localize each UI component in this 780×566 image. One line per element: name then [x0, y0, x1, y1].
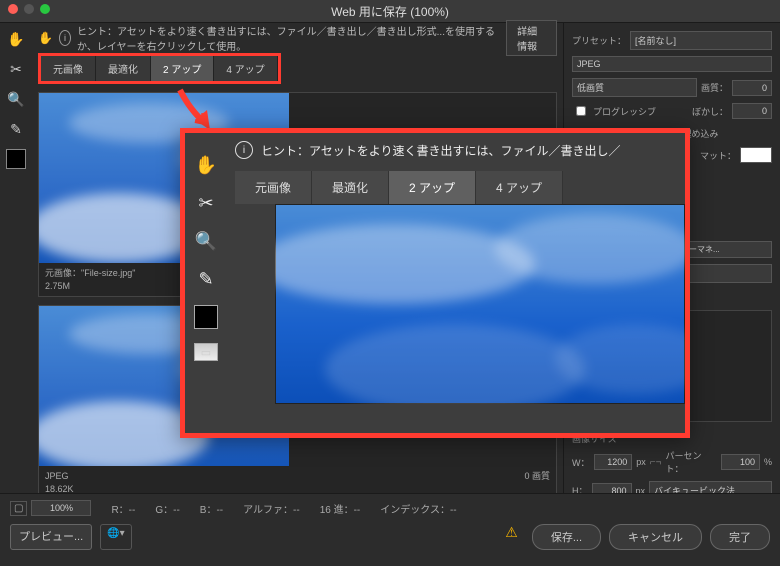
callout-tab-original[interactable]: 元画像	[235, 171, 312, 204]
tab-2up[interactable]: 2 アップ	[151, 56, 214, 81]
callout-eyedropper-tool-icon[interactable]: ✎	[194, 267, 218, 291]
detail-info-button[interactable]: 詳細情報	[506, 20, 557, 56]
tab-optimized[interactable]: 最適化	[96, 56, 151, 81]
footer-bar: ▢ 100% R：-- G：-- B：-- アルファ：-- 16 進：-- イン…	[0, 493, 780, 566]
callout-preview-image[interactable]	[275, 204, 685, 404]
percent-input[interactable]: 100	[721, 454, 760, 470]
save-button[interactable]: 保存...	[532, 524, 601, 550]
zoom-callout: ✋ ✂︎ 🔍 ✎ ▭ i ヒント：アセットをより速く書き出すには、ファイル／書き…	[180, 128, 690, 438]
progressive-label: プログレッシブ	[593, 105, 656, 118]
info-icon: i	[59, 30, 71, 46]
done-button[interactable]: 完了	[710, 524, 770, 550]
callout-tab-4up[interactable]: 4 アップ	[476, 171, 563, 204]
color-swatch[interactable]	[6, 149, 26, 169]
zoom-tool-icon[interactable]: 🔍	[6, 89, 26, 109]
callout-zoom-tool-icon[interactable]: 🔍	[194, 229, 218, 253]
cancel-button[interactable]: キャンセル	[609, 524, 702, 550]
view-tabs: 元画像 最適化 2 アップ 4 アップ	[38, 53, 281, 84]
pane2-format: JPEG	[45, 471, 69, 481]
callout-info-icon: i	[235, 141, 253, 159]
readout-hex: 16 進：--	[320, 501, 361, 516]
slice-tool-icon[interactable]: ✂︎	[6, 59, 26, 79]
tab-4up[interactable]: 4 アップ	[214, 56, 277, 81]
hint-text: ヒント：アセットをより速く書き出すには、ファイル／書き出し／書き出し形式...を…	[77, 23, 500, 53]
warning-icon: ⚠	[505, 524, 518, 550]
callout-tab-2up[interactable]: 2 アップ	[389, 171, 476, 204]
zoom-select[interactable]: 100%	[31, 500, 91, 516]
readout-index: インデックス：--	[380, 501, 456, 516]
matte-swatch[interactable]	[740, 147, 772, 163]
quality-input[interactable]: 0	[732, 80, 772, 96]
preset-label: プリセット：	[572, 34, 626, 47]
callout-hand-tool-icon[interactable]: ✋	[194, 153, 218, 177]
preview-button[interactable]: プレビュー...	[10, 524, 92, 550]
blur-input[interactable]: 0	[732, 103, 772, 119]
preset-select[interactable]: [名前なし]	[630, 31, 772, 50]
close-window-icon[interactable]	[8, 4, 18, 14]
callout-tab-optimized[interactable]: 最適化	[312, 171, 389, 204]
zoom-window-icon[interactable]	[40, 4, 50, 14]
pane1-label: 元画像："File-size.jpg"	[45, 268, 135, 278]
tab-original[interactable]: 元画像	[41, 56, 96, 81]
readout-b: B：--	[200, 501, 223, 516]
quality-label: 画質：	[701, 81, 728, 94]
eyedropper-tool-icon[interactable]: ✎	[6, 119, 26, 139]
browser-preview-button[interactable]: 🌐▾	[100, 524, 131, 550]
width-input[interactable]: 1200	[594, 454, 633, 470]
window-titlebar: Web 用に保存 (100%)	[0, 0, 780, 23]
readout-g: G：--	[155, 501, 179, 516]
hand-hint-icon: ✋	[38, 28, 53, 48]
blur-label: ぼかし：	[692, 105, 728, 118]
quality-level-select[interactable]: 低画質	[572, 78, 697, 97]
percent-label: パーセント：	[665, 449, 717, 475]
callout-view-tabs: 元画像 最適化 2 アップ 4 アップ	[235, 171, 677, 204]
width-label: W：	[572, 456, 590, 469]
callout-color-swatch[interactable]	[194, 305, 218, 329]
zoom-out-button[interactable]: ▢	[10, 501, 27, 516]
readout-r: R：--	[111, 501, 135, 516]
window-title: Web 用に保存 (100%)	[331, 3, 449, 20]
pane2-quality: 0 画質	[524, 470, 550, 483]
readout-alpha: アルファ：--	[243, 501, 300, 516]
minimize-window-icon	[24, 4, 34, 14]
callout-slice-tool-icon[interactable]: ✂︎	[194, 191, 218, 215]
progressive-checkbox[interactable]	[576, 106, 586, 116]
left-toolbar: ✋ ✂︎ 🔍 ✎	[0, 23, 32, 533]
callout-toggle-slices-icon[interactable]: ▭	[194, 343, 218, 361]
callout-hint-text: ヒント：アセットをより速く書き出すには、ファイル／書き出し／	[261, 142, 621, 159]
format-select[interactable]: JPEG	[572, 56, 772, 72]
pane1-size: 2.75M	[45, 281, 70, 291]
hand-tool-icon[interactable]: ✋	[6, 29, 26, 49]
matte-label: マット：	[700, 149, 736, 162]
